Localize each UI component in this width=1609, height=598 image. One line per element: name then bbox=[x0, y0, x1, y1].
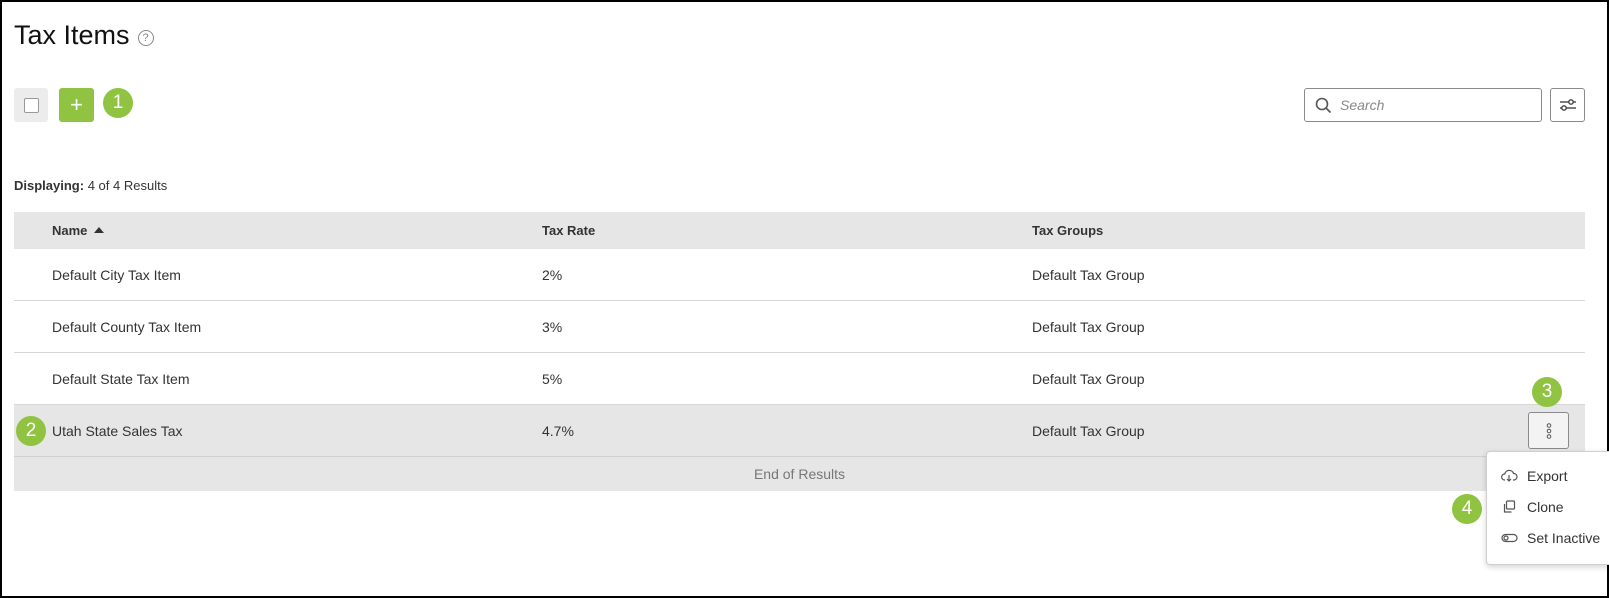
menu-item-label: Set Inactive bbox=[1527, 529, 1601, 546]
end-of-results: End of Results bbox=[14, 457, 1585, 491]
callout-badge-3: 3 bbox=[1532, 377, 1562, 407]
cell-tax-groups: Default Tax Group bbox=[1032, 422, 1145, 439]
filter-button[interactable] bbox=[1550, 88, 1585, 122]
results-count: 4 of 4 Results bbox=[87, 178, 168, 193]
callout-badge-4: 4 bbox=[1452, 494, 1482, 524]
column-header-name[interactable]: Name bbox=[52, 223, 105, 238]
callout-badge-1: 1 bbox=[103, 88, 133, 118]
search-input[interactable] bbox=[1340, 97, 1530, 113]
tax-items-table: Name Tax Rate Tax Groups Default City Ta… bbox=[14, 212, 1585, 491]
cell-tax-groups: Default Tax Group bbox=[1032, 266, 1145, 283]
menu-item-export[interactable]: Export bbox=[1487, 460, 1609, 491]
cell-name: Utah State Sales Tax bbox=[52, 422, 183, 439]
table-row[interactable]: Default City Tax Item 2% Default Tax Gro… bbox=[14, 249, 1585, 301]
checkbox-box bbox=[23, 97, 39, 113]
title-row: Tax Items ? bbox=[14, 20, 154, 51]
row-actions-button[interactable] bbox=[1528, 412, 1569, 449]
menu-item-label: Export bbox=[1527, 467, 1568, 484]
select-all-checkbox[interactable] bbox=[14, 88, 48, 122]
callout-badge-2: 2 bbox=[16, 416, 46, 446]
table-row[interactable]: Default County Tax Item 3% Default Tax G… bbox=[14, 301, 1585, 353]
clone-icon bbox=[1503, 499, 1516, 513]
results-label: Displaying: bbox=[14, 178, 85, 193]
menu-item-set-inactive[interactable]: Set Inactive bbox=[1487, 522, 1609, 553]
cell-tax-groups: Default Tax Group bbox=[1032, 318, 1145, 335]
table-header: Name Tax Rate Tax Groups bbox=[14, 212, 1585, 249]
cell-tax-groups: Default Tax Group bbox=[1032, 370, 1145, 387]
cell-name: Default State Tax Item bbox=[52, 370, 190, 387]
cell-tax-rate: 2% bbox=[542, 266, 563, 283]
kebab-menu-icon bbox=[1546, 422, 1551, 439]
cell-tax-rate: 5% bbox=[542, 370, 563, 387]
toggle-icon bbox=[1501, 533, 1518, 542]
cell-name: Default County Tax Item bbox=[52, 318, 202, 335]
sort-ascending-icon bbox=[94, 227, 105, 233]
table-row[interactable]: Default State Tax Item 5% Default Tax Gr… bbox=[14, 353, 1585, 405]
cell-name: Default City Tax Item bbox=[52, 266, 181, 283]
results-summary: Displaying: 4 of 4 Results bbox=[14, 178, 167, 193]
filter-sliders-icon bbox=[1559, 99, 1576, 111]
cell-tax-rate: 4.7% bbox=[542, 422, 574, 439]
table-row-selected[interactable]: 2 Utah State Sales Tax 4.7% Default Tax … bbox=[14, 405, 1585, 457]
search-icon bbox=[1315, 97, 1332, 113]
add-button[interactable]: + bbox=[59, 88, 94, 122]
column-header-tax-groups[interactable]: Tax Groups bbox=[1032, 223, 1103, 238]
help-icon[interactable]: ? bbox=[137, 29, 154, 46]
search-box[interactable] bbox=[1304, 88, 1542, 122]
menu-item-clone[interactable]: Clone bbox=[1487, 491, 1609, 522]
column-header-tax-rate[interactable]: Tax Rate bbox=[542, 223, 595, 238]
menu-item-label: Clone bbox=[1527, 498, 1564, 515]
cell-tax-rate: 3% bbox=[542, 318, 563, 335]
row-actions-menu: Export Clone Set Inactive bbox=[1486, 451, 1609, 565]
cloud-download-icon bbox=[1501, 469, 1518, 482]
page-title: Tax Items bbox=[14, 20, 130, 50]
